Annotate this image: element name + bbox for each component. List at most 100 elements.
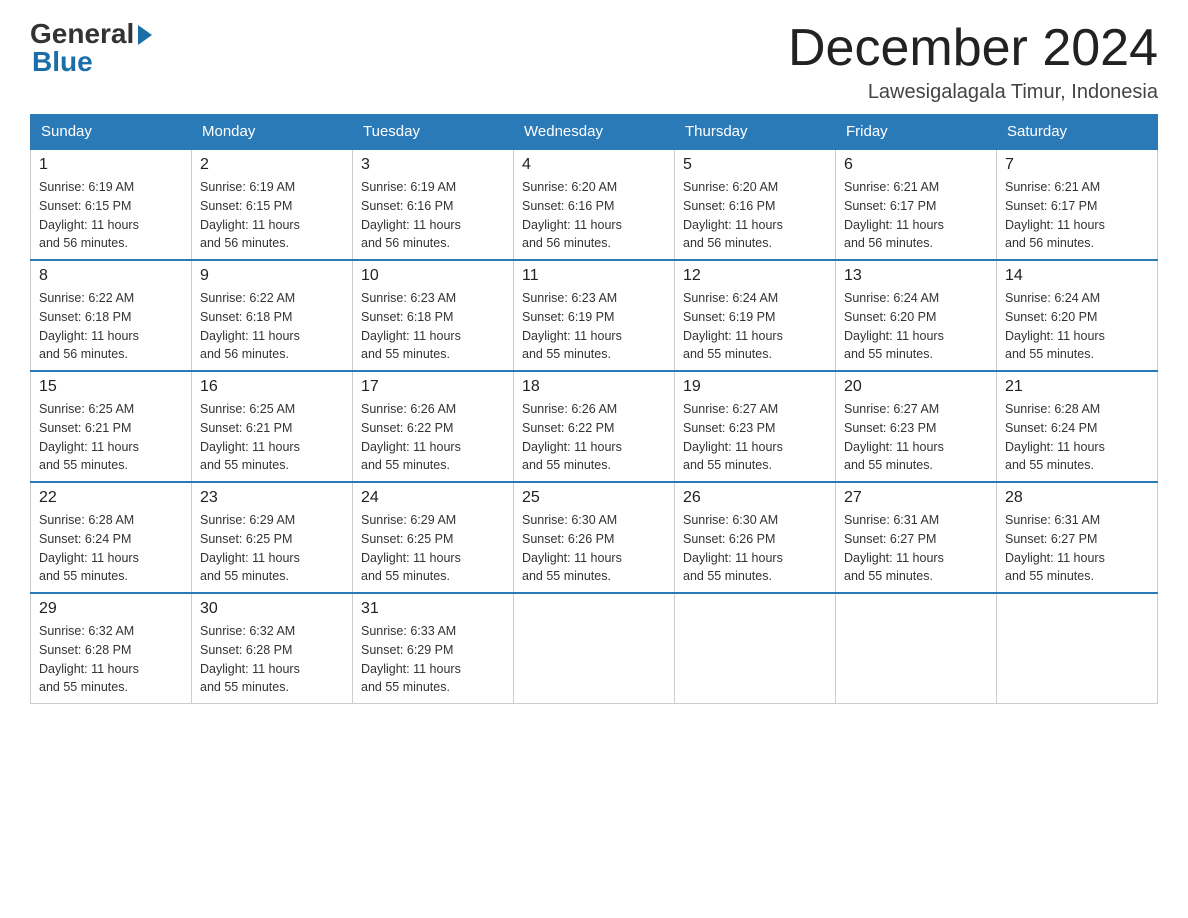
calendar-day-23: 23Sunrise: 6:29 AMSunset: 6:25 PMDayligh… [192, 482, 353, 593]
day-info: Sunrise: 6:23 AMSunset: 6:18 PMDaylight:… [361, 289, 505, 364]
calendar-week-1: 1 Sunrise: 6:19 AMSunset: 6:15 PMDaylight… [31, 149, 1158, 260]
calendar-day-31: 31 Sunrise: 6:33 AMSunset: 6:29 PMDayligh… [353, 593, 514, 704]
day-number: 24 [361, 489, 505, 507]
day-number: 27 [844, 489, 988, 507]
day-info: Sunrise: 6:31 AMSunset: 6:27 PMDaylight:… [1005, 511, 1149, 586]
calendar-day-9: 9Sunrise: 6:22 AMSunset: 6:18 PMDaylight… [192, 260, 353, 371]
calendar-header-sunday: Sunday [31, 115, 192, 150]
calendar-day-20: 20 Sunrise: 6:27 AMSunset: 6:23 PMDayligh… [836, 371, 997, 482]
day-number: 29 [39, 600, 183, 618]
calendar-week-4: 22Sunrise: 6:28 AMSunset: 6:24 PMDayligh… [31, 482, 1158, 593]
calendar-header-tuesday: Tuesday [353, 115, 514, 150]
calendar-empty-cell [836, 593, 997, 704]
day-info: Sunrise: 6:30 AMSunset: 6:26 PMDaylight:… [683, 511, 827, 586]
calendar-day-28: 28Sunrise: 6:31 AMSunset: 6:27 PMDayligh… [997, 482, 1158, 593]
calendar-day-29: 29 Sunrise: 6:32 AMSunset: 6:28 PMDayligh… [31, 593, 192, 704]
day-number: 7 [1005, 156, 1149, 174]
day-info: Sunrise: 6:32 AMSunset: 6:28 PMDaylight:… [39, 622, 183, 697]
day-info: Sunrise: 6:27 AMSunset: 6:23 PMDaylight:… [683, 400, 827, 475]
calendar-day-19: 19 Sunrise: 6:27 AMSunset: 6:23 PMDayligh… [675, 371, 836, 482]
calendar-day-17: 17Sunrise: 6:26 AMSunset: 6:22 PMDayligh… [353, 371, 514, 482]
day-number: 31 [361, 600, 505, 618]
calendar-header-saturday: Saturday [997, 115, 1158, 150]
calendar-day-7: 7 Sunrise: 6:21 AMSunset: 6:17 PMDaylight… [997, 149, 1158, 260]
day-number: 1 [39, 156, 183, 174]
day-info: Sunrise: 6:28 AMSunset: 6:24 PMDaylight:… [1005, 400, 1149, 475]
day-info: Sunrise: 6:21 AMSunset: 6:17 PMDaylight:… [1005, 178, 1149, 253]
calendar-day-8: 8 Sunrise: 6:22 AMSunset: 6:18 PMDaylight… [31, 260, 192, 371]
day-info: Sunrise: 6:24 AMSunset: 6:20 PMDaylight:… [1005, 289, 1149, 364]
day-info: Sunrise: 6:33 AMSunset: 6:29 PMDaylight:… [361, 622, 505, 697]
day-info: Sunrise: 6:22 AMSunset: 6:18 PMDaylight:… [39, 289, 183, 364]
calendar-day-5: 5 Sunrise: 6:20 AMSunset: 6:16 PMDaylight… [675, 149, 836, 260]
logo: General Blue [30, 20, 152, 76]
logo-general: General [30, 20, 152, 48]
day-number: 3 [361, 156, 505, 174]
calendar-empty-cell [514, 593, 675, 704]
page-header: General Blue December 2024 Lawesigalagal… [30, 20, 1158, 104]
calendar-week-2: 8 Sunrise: 6:22 AMSunset: 6:18 PMDaylight… [31, 260, 1158, 371]
day-number: 30 [200, 600, 344, 618]
day-number: 18 [522, 378, 666, 396]
calendar-week-3: 15Sunrise: 6:25 AMSunset: 6:21 PMDayligh… [31, 371, 1158, 482]
calendar-day-27: 27 Sunrise: 6:31 AMSunset: 6:27 PMDayligh… [836, 482, 997, 593]
calendar-table: SundayMondayTuesdayWednesdayThursdayFrid… [30, 114, 1158, 704]
day-info: Sunrise: 6:25 AMSunset: 6:21 PMDaylight:… [39, 400, 183, 475]
calendar-day-22: 22Sunrise: 6:28 AMSunset: 6:24 PMDayligh… [31, 482, 192, 593]
day-info: Sunrise: 6:23 AMSunset: 6:19 PMDaylight:… [522, 289, 666, 364]
calendar-day-15: 15Sunrise: 6:25 AMSunset: 6:21 PMDayligh… [31, 371, 192, 482]
calendar-day-4: 4 Sunrise: 6:20 AMSunset: 6:16 PMDaylight… [514, 149, 675, 260]
day-number: 11 [522, 267, 666, 285]
day-info: Sunrise: 6:20 AMSunset: 6:16 PMDaylight:… [522, 178, 666, 253]
calendar-day-18: 18Sunrise: 6:26 AMSunset: 6:22 PMDayligh… [514, 371, 675, 482]
day-info: Sunrise: 6:32 AMSunset: 6:28 PMDaylight:… [200, 622, 344, 697]
calendar-week-5: 29 Sunrise: 6:32 AMSunset: 6:28 PMDayligh… [31, 593, 1158, 704]
day-number: 17 [361, 378, 505, 396]
day-info: Sunrise: 6:25 AMSunset: 6:21 PMDaylight:… [200, 400, 344, 475]
day-number: 20 [844, 378, 988, 396]
calendar-day-6: 6 Sunrise: 6:21 AMSunset: 6:17 PMDaylight… [836, 149, 997, 260]
day-info: Sunrise: 6:19 AMSunset: 6:15 PMDaylight:… [39, 178, 183, 253]
calendar-header-wednesday: Wednesday [514, 115, 675, 150]
day-info: Sunrise: 6:19 AMSunset: 6:15 PMDaylight:… [200, 178, 344, 253]
calendar-day-10: 10 Sunrise: 6:23 AMSunset: 6:18 PMDayligh… [353, 260, 514, 371]
day-info: Sunrise: 6:24 AMSunset: 6:20 PMDaylight:… [844, 289, 988, 364]
calendar-day-30: 30 Sunrise: 6:32 AMSunset: 6:28 PMDayligh… [192, 593, 353, 704]
day-number: 25 [522, 489, 666, 507]
day-info: Sunrise: 6:28 AMSunset: 6:24 PMDaylight:… [39, 511, 183, 586]
day-info: Sunrise: 6:19 AMSunset: 6:16 PMDaylight:… [361, 178, 505, 253]
day-number: 10 [361, 267, 505, 285]
day-number: 13 [844, 267, 988, 285]
day-number: 2 [200, 156, 344, 174]
logo-blue-text: Blue [32, 48, 93, 76]
calendar-header-monday: Monday [192, 115, 353, 150]
day-number: 16 [200, 378, 344, 396]
day-number: 4 [522, 156, 666, 174]
day-number: 12 [683, 267, 827, 285]
calendar-day-3: 3 Sunrise: 6:19 AMSunset: 6:16 PMDaylight… [353, 149, 514, 260]
day-number: 6 [844, 156, 988, 174]
calendar-day-21: 21 Sunrise: 6:28 AMSunset: 6:24 PMDayligh… [997, 371, 1158, 482]
calendar-day-1: 1 Sunrise: 6:19 AMSunset: 6:15 PMDaylight… [31, 149, 192, 260]
day-info: Sunrise: 6:30 AMSunset: 6:26 PMDaylight:… [522, 511, 666, 586]
day-number: 19 [683, 378, 827, 396]
calendar-header-row: SundayMondayTuesdayWednesdayThursdayFrid… [31, 115, 1158, 150]
day-number: 23 [200, 489, 344, 507]
day-number: 21 [1005, 378, 1149, 396]
day-number: 5 [683, 156, 827, 174]
day-info: Sunrise: 6:31 AMSunset: 6:27 PMDaylight:… [844, 511, 988, 586]
month-title: December 2024 [788, 20, 1158, 77]
day-info: Sunrise: 6:29 AMSunset: 6:25 PMDaylight:… [361, 511, 505, 586]
calendar-day-2: 2 Sunrise: 6:19 AMSunset: 6:15 PMDaylight… [192, 149, 353, 260]
calendar-day-14: 14Sunrise: 6:24 AMSunset: 6:20 PMDayligh… [997, 260, 1158, 371]
calendar-empty-cell [675, 593, 836, 704]
day-info: Sunrise: 6:21 AMSunset: 6:17 PMDaylight:… [844, 178, 988, 253]
day-info: Sunrise: 6:20 AMSunset: 6:16 PMDaylight:… [683, 178, 827, 253]
calendar-empty-cell [997, 593, 1158, 704]
calendar-header-thursday: Thursday [675, 115, 836, 150]
calendar-day-11: 11 Sunrise: 6:23 AMSunset: 6:19 PMDayligh… [514, 260, 675, 371]
calendar-day-24: 24 Sunrise: 6:29 AMSunset: 6:25 PMDayligh… [353, 482, 514, 593]
day-info: Sunrise: 6:27 AMSunset: 6:23 PMDaylight:… [844, 400, 988, 475]
calendar-day-13: 13 Sunrise: 6:24 AMSunset: 6:20 PMDayligh… [836, 260, 997, 371]
day-number: 8 [39, 267, 183, 285]
